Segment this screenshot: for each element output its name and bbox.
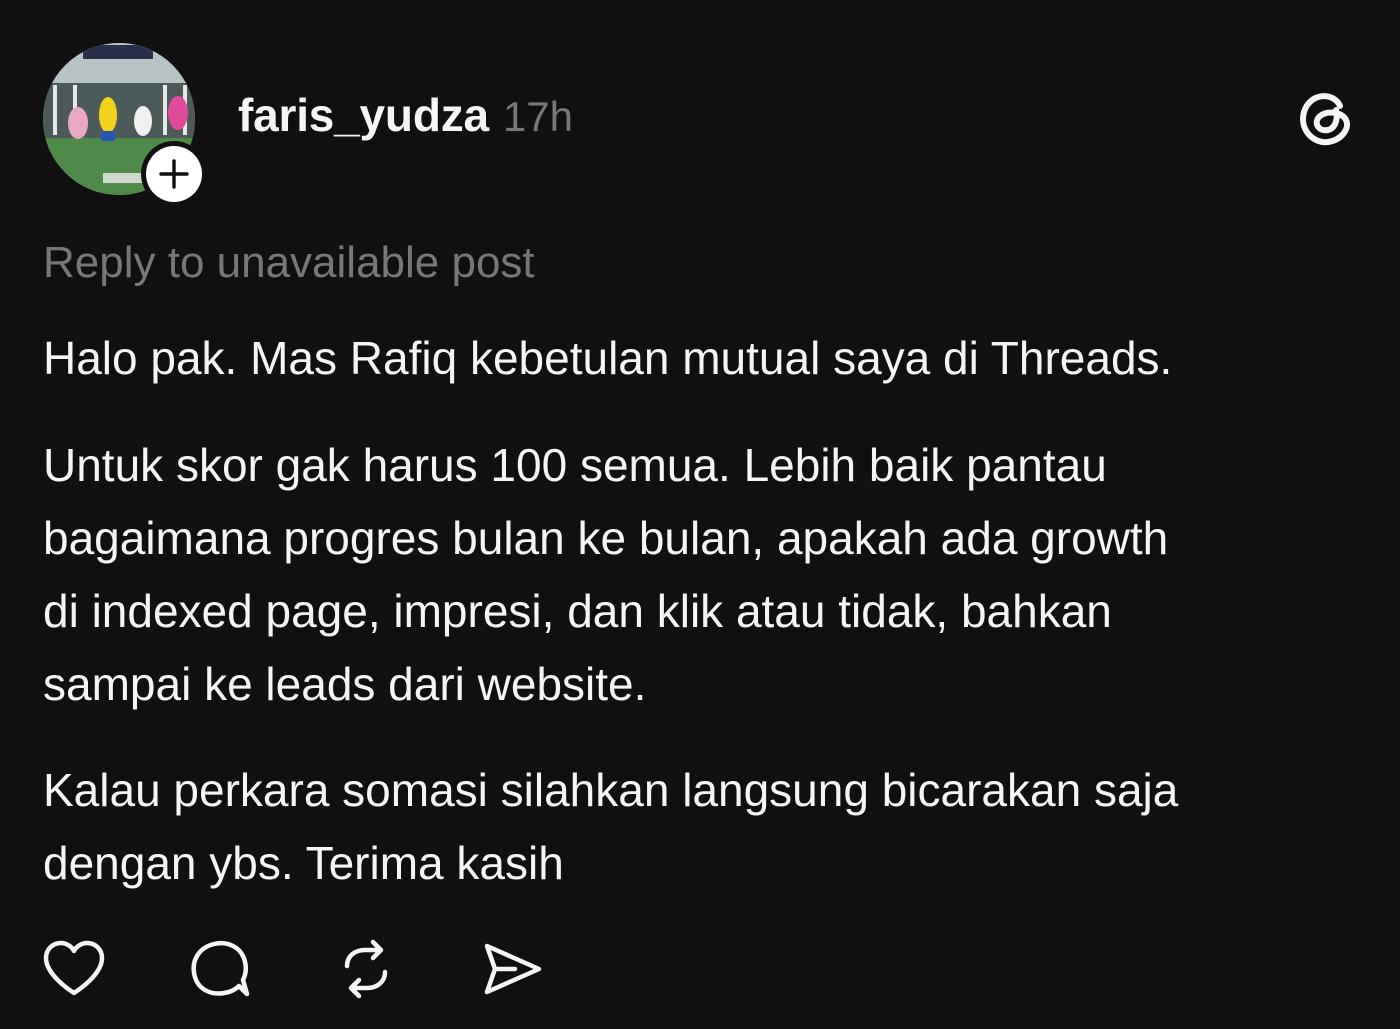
follow-badge-inner bbox=[146, 146, 202, 202]
text-line: Kalau perkara somasi silahkan langsung b… bbox=[43, 764, 1179, 816]
text-line: dengan ybs. Terima kasih bbox=[43, 837, 564, 889]
reply-button[interactable] bbox=[186, 935, 254, 1003]
thread-post: faris_yudza 17h Reply to unavailable pos… bbox=[0, 0, 1400, 1029]
post-paragraph-1: Halo pak. Mas Rafiq kebetulan mutual say… bbox=[43, 322, 1363, 395]
text-line: Halo pak. Mas Rafiq kebetulan mutual say… bbox=[43, 332, 1173, 384]
like-button[interactable] bbox=[40, 935, 108, 1003]
repost-button[interactable] bbox=[332, 935, 400, 1003]
post-actions-bar bbox=[40, 935, 560, 1005]
text-line: di indexed page, impresi, dan klik atau … bbox=[43, 585, 1112, 637]
text-line: Untuk skor gak harus 100 semua. Lebih ba… bbox=[43, 439, 1107, 491]
post-timestamp: 17h bbox=[502, 93, 573, 140]
post-paragraph-2: Untuk skor gak harus 100 semua. Lebih ba… bbox=[43, 429, 1363, 721]
author-avatar-container bbox=[43, 43, 207, 207]
repost-icon bbox=[344, 939, 388, 999]
follow-button[interactable] bbox=[141, 141, 207, 207]
comment-icon bbox=[191, 941, 250, 997]
text-line: sampai ke leads dari website. bbox=[43, 658, 647, 710]
threads-logo-icon[interactable] bbox=[1294, 84, 1358, 150]
send-icon bbox=[484, 943, 542, 995]
text-line: bagaimana progres bulan ke bulan, apakah… bbox=[43, 512, 1169, 564]
reply-context-label[interactable]: Reply to unavailable post bbox=[43, 238, 535, 288]
post-paragraph-3: Kalau perkara somasi silahkan langsung b… bbox=[43, 754, 1363, 900]
share-button[interactable] bbox=[478, 935, 546, 1003]
heart-icon bbox=[43, 940, 105, 996]
post-header: faris_yudza 17h bbox=[238, 88, 573, 148]
plus-icon bbox=[159, 159, 189, 189]
author-username[interactable]: faris_yudza bbox=[238, 88, 489, 142]
